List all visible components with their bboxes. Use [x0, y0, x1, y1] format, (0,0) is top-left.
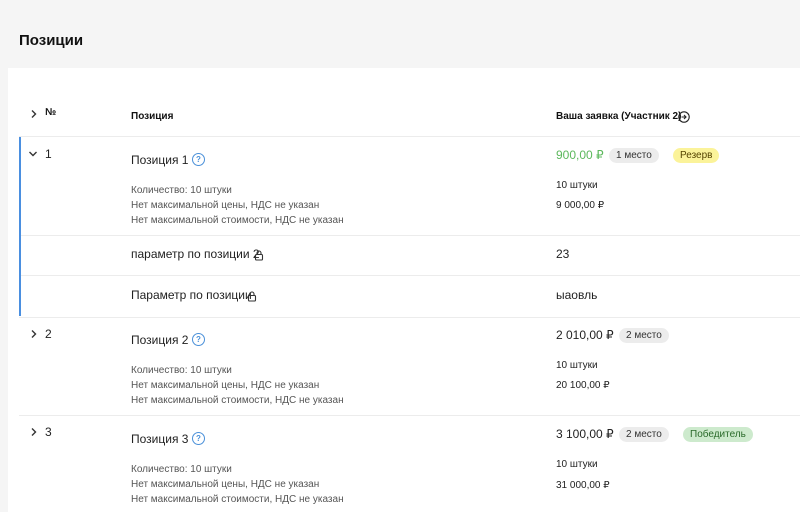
row-2-qty: 10 штуки: [556, 360, 598, 371]
row-2-name[interactable]: Позиция 2: [131, 333, 188, 347]
param-divider: [21, 235, 800, 236]
row-3-qty: 10 штуки: [556, 459, 598, 470]
row-1-question-circle-icon[interactable]: ?: [192, 153, 205, 166]
row-divider: [19, 415, 800, 416]
param-1-name: параметр по позиции 2: [131, 247, 260, 261]
row-3-question-circle-icon[interactable]: ?: [192, 432, 205, 445]
param-2-lock-icon: [247, 289, 257, 302]
row-1-qty: 10 штуки: [556, 180, 598, 191]
row-1-num: 1: [45, 147, 52, 161]
page-title: Позиции: [19, 32, 84, 49]
row-divider: [19, 317, 800, 318]
header-divider: [19, 136, 800, 137]
row-3-num: 3: [45, 425, 52, 439]
row-2-num: 2: [45, 327, 52, 341]
row-1-meta: Количество: 10 штуки Нет максимальной це…: [131, 185, 344, 226]
header-bid[interactable]: Ваша заявка (Участник 2): [556, 111, 681, 122]
param-1-lock-icon: [254, 248, 264, 261]
row-1-price: 900,00 ₽: [556, 148, 604, 162]
row-2-question-circle-icon[interactable]: ?: [192, 333, 205, 346]
row-2-total: 20 100,00 ₽: [556, 380, 610, 391]
row-1-chevron-down-icon[interactable]: [28, 149, 38, 159]
row-3-status-badge: Победитель: [683, 427, 753, 442]
row-3-price: 3 100,00 ₽: [556, 427, 614, 441]
row-3-total: 31 000,00 ₽: [556, 480, 610, 491]
row-2-price: 2 010,00 ₽: [556, 328, 614, 342]
header-num: №: [45, 107, 57, 118]
expanded-row-indicator: [19, 137, 21, 316]
row-3-rank-badge: 2 место: [619, 427, 669, 442]
positions-card: [8, 68, 800, 512]
row-1-name[interactable]: Позиция 1: [131, 153, 188, 167]
row-3-name[interactable]: Позиция 3: [131, 432, 188, 446]
arrow-circle-right-icon[interactable]: [678, 110, 690, 123]
row-2-chevron-right-icon[interactable]: [29, 329, 39, 339]
row-2-meta: Количество: 10 штуки Нет максимальной це…: [131, 365, 344, 406]
param-2-value: ыаовль: [556, 288, 598, 302]
row-1-rank-badge: 1 место: [609, 148, 659, 163]
param-divider: [21, 275, 800, 276]
header-position: Позиция: [131, 111, 174, 122]
row-3-chevron-right-icon[interactable]: [29, 427, 39, 437]
expand-all-chevron-right-icon[interactable]: [29, 109, 39, 119]
row-3-meta: Количество: 10 штуки Нет максимальной це…: [131, 464, 344, 505]
param-1-value: 23: [556, 247, 570, 261]
row-1-status-badge: Резерв: [673, 148, 720, 163]
param-2-name: Параметр по позиции: [131, 288, 252, 302]
row-1-total: 9 000,00 ₽: [556, 200, 605, 211]
row-2-rank-badge: 2 место: [619, 328, 669, 343]
